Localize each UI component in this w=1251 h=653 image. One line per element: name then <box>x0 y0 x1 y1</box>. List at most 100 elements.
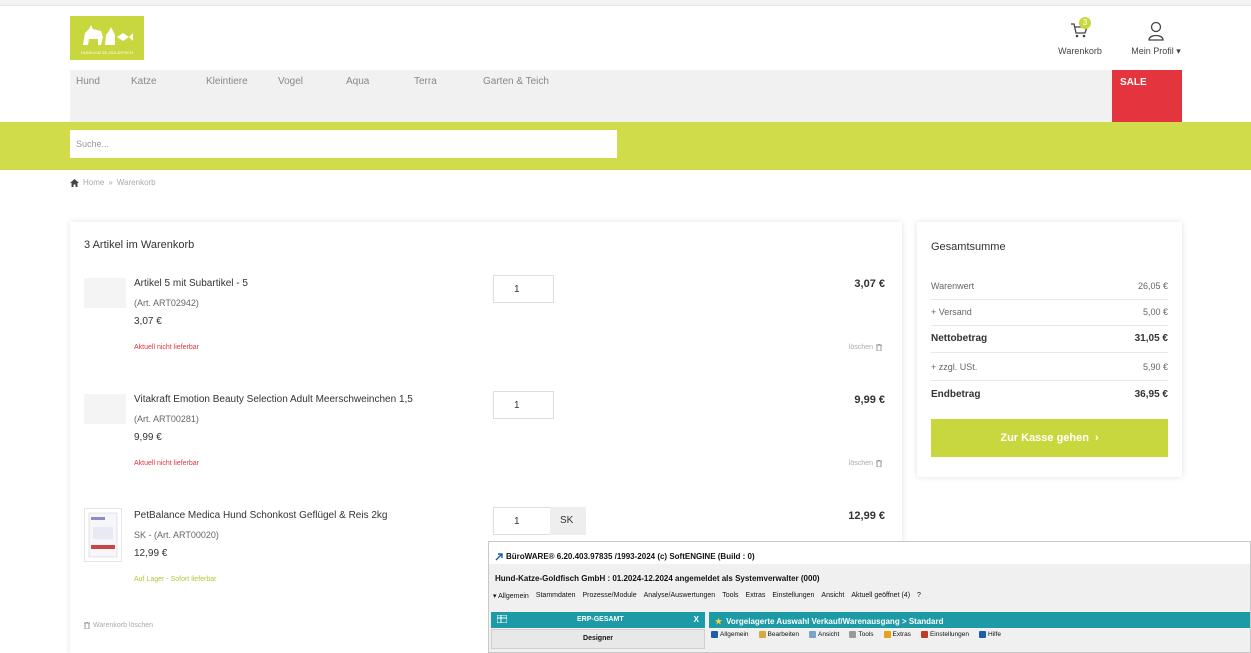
quantity-input[interactable]: 1 <box>493 391 554 419</box>
nav-item-terra[interactable]: Terra <box>414 76 437 87</box>
erp-menu-extras[interactable]: Extras <box>746 592 766 600</box>
nav-item-garten-teich[interactable]: Garten & Teich <box>483 76 549 87</box>
home-icon[interactable] <box>70 178 79 187</box>
product-image[interactable] <box>84 508 122 562</box>
toolbar-label: Hilfe <box>987 631 1001 638</box>
search-input[interactable] <box>70 130 617 158</box>
star-icon: ★ <box>715 617 723 626</box>
toolbar-extras[interactable]: Extras <box>883 631 911 638</box>
toolbar-allgemein[interactable]: Allgemein <box>711 631 749 638</box>
toolbar-ansicht[interactable]: Ansicht <box>809 631 839 638</box>
erp-menu-allgemein[interactable]: ▾ Allgemein <box>493 592 529 600</box>
breadcrumb: Home » Warenkorb <box>70 178 156 187</box>
chevron-down-icon: ▾ <box>1176 46 1181 56</box>
cart-icon-wrap: 3 <box>1069 17 1091 42</box>
erp-menu-tools[interactable]: Tools <box>722 592 738 600</box>
toolbar-bearbeiten[interactable]: Bearbeiten <box>758 631 799 638</box>
top-strip <box>0 0 1251 6</box>
edit-icon <box>758 631 766 638</box>
nav-item-sale[interactable]: SALE <box>1112 70 1182 122</box>
main-nav: Hund Katze Kleintiere Vogel Aqua Terra G… <box>70 70 1182 122</box>
toolbar-label: Extras <box>892 631 911 638</box>
delete-label: löschen <box>848 460 873 467</box>
delete-item-button[interactable]: löschen <box>849 460 882 467</box>
summary-row-ust: + zzgl. USt. 5,90 € <box>931 362 1168 381</box>
clear-cart-button[interactable]: Warenkorb löschen <box>84 622 153 629</box>
toolbar-label: Allgemein <box>720 631 749 638</box>
close-icon[interactable]: X <box>694 615 699 624</box>
clear-cart-label: Warenkorb löschen <box>93 622 154 629</box>
item-line-total: 3,07 € <box>854 278 885 290</box>
checkout-button[interactable]: Zur Kasse gehen › <box>931 419 1168 457</box>
item-name[interactable]: Artikel 5 mit Subartikel - 5 <box>134 278 248 289</box>
item-availability: Auf Lager - Sofort lieferbar <box>134 576 217 583</box>
product-image-placeholder[interactable] <box>84 394 126 424</box>
summary-value: 5,00 € <box>1142 307 1168 317</box>
breadcrumb-home[interactable]: Home <box>83 178 104 187</box>
summary-row-versand: + Versand 5,00 € <box>931 307 1168 326</box>
erp-menu-prozesse[interactable]: Prozesse/Module <box>583 592 637 600</box>
nav-item-kleintiere[interactable]: Kleintiere <box>206 76 248 87</box>
summary-value: 31,05 € <box>1134 333 1168 344</box>
product-image-placeholder[interactable] <box>84 278 126 308</box>
delete-item-button[interactable]: löschen <box>849 344 882 351</box>
checkout-label: Zur Kasse gehen <box>1000 432 1089 444</box>
toolbar-tools[interactable]: Tools <box>849 631 874 638</box>
item-unit-price: 9,99 € <box>134 432 162 443</box>
trash-icon <box>876 344 882 351</box>
delete-label: löschen <box>848 344 873 351</box>
shop-logo[interactable]: HUND-KATZE-GOLDFISCH <box>70 16 144 60</box>
erp-designer-button[interactable]: Designer <box>491 629 705 649</box>
product-package-icon <box>88 512 118 558</box>
toolbar-label: Tools <box>858 631 874 638</box>
header-profile[interactable]: Mein Profil ▾ <box>1124 20 1188 57</box>
erp-right-panel-header: ★ Vorgelagerte Auswahl Verkauf/Warenausg… <box>709 612 1250 628</box>
nav-item-vogel[interactable]: Vogel <box>278 76 303 87</box>
summary-value: 5,90 € <box>1142 362 1168 372</box>
breadcrumb-current: Warenkorb <box>116 178 156 187</box>
cart-title: 3 Artikel im Warenkorb <box>84 239 195 251</box>
item-name[interactable]: Vitakraft Emotion Beauty Selection Adult… <box>134 394 413 405</box>
nav-item-katze[interactable]: Katze <box>131 76 157 87</box>
erp-menu-aktuell[interactable]: Aktuell geöffnet (4) <box>851 592 910 600</box>
cart-count-badge: 3 <box>1079 17 1091 29</box>
toolbar-hilfe[interactable]: Hilfe <box>978 631 1001 638</box>
extras-icon <box>883 631 891 638</box>
grid-icon <box>496 614 508 624</box>
erp-company-line: Hund-Katze-Goldfisch GmbH : 01.2024-12.2… <box>495 574 820 583</box>
item-unit-price: 3,07 € <box>134 316 162 327</box>
tools-icon <box>849 631 857 638</box>
trash-icon <box>84 622 90 629</box>
summary-row-nettobetrag: Nettobetrag 31,05 € <box>931 333 1168 353</box>
summary-label: Endbetrag <box>931 389 981 400</box>
breadcrumb-separator: » <box>108 178 113 187</box>
erp-left-title: ERP-GESAMT <box>577 616 624 623</box>
panel-icon[interactable] <box>496 614 508 625</box>
summary-row-warenwert: Warenwert 26,05 € <box>931 281 1168 300</box>
nav-item-aqua[interactable]: Aqua <box>346 76 369 87</box>
app-arrow-icon <box>495 552 503 560</box>
item-article-number: (Art. ART00281) <box>134 414 199 424</box>
summary-label: + zzgl. USt. <box>931 362 978 372</box>
trash-icon <box>876 460 882 467</box>
erp-menu-einstellungen[interactable]: Einstellungen <box>772 592 814 600</box>
header-cart[interactable]: 3 Warenkorb <box>1056 17 1104 56</box>
erp-menu-analyse[interactable]: Analyse/Auswertungen <box>644 592 716 600</box>
item-unit-price: 12,99 € <box>134 548 168 559</box>
quantity-unit: SK <box>550 507 586 535</box>
summary-title: Gesamtsumme <box>931 241 1006 253</box>
summary-row-endbetrag: Endbetrag 36,95 € <box>931 389 1168 400</box>
summary-label: + Versand <box>931 307 972 317</box>
arrow-icon <box>711 631 718 638</box>
cart-item: Vitakraft Emotion Beauty Selection Adult… <box>70 391 902 504</box>
erp-menu-ansicht[interactable]: Ansicht <box>821 592 844 600</box>
erp-menu-stammdaten[interactable]: Stammdaten <box>536 592 576 600</box>
erp-toolbar: Allgemein Bearbeiten Ansicht Tools Extra… <box>711 631 1001 638</box>
erp-title: BüroWARE® 6.20.403.97835 /1993-2024 (c) … <box>506 552 755 561</box>
erp-menu-help[interactable]: ? <box>917 592 921 600</box>
item-name[interactable]: PetBalance Medica Hund Schonkost Geflüge… <box>134 510 387 521</box>
quantity-input[interactable]: 1 <box>493 507 554 535</box>
toolbar-einstellungen[interactable]: Einstellungen <box>920 631 969 638</box>
nav-item-hund[interactable]: Hund <box>76 76 100 87</box>
quantity-input[interactable]: 1 <box>493 275 554 303</box>
